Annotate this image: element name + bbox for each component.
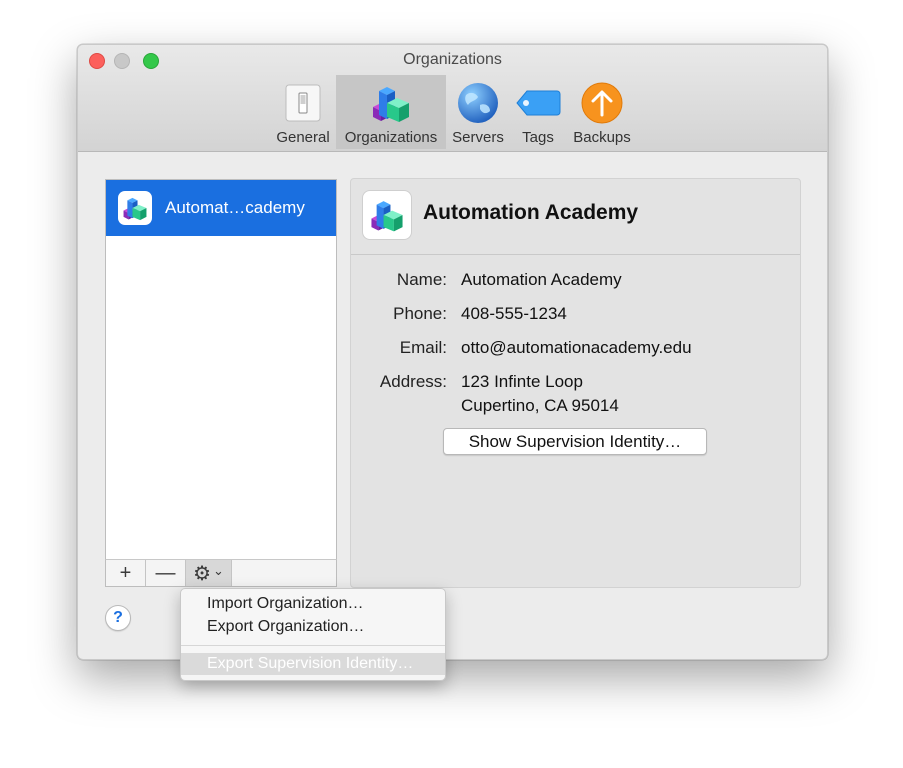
tab-general[interactable]: General [273,75,333,149]
organization-detail: Automation Academy Name: Automation Acad… [350,178,801,588]
tab-general-label: General [276,129,330,146]
menu-item-import-organization[interactable]: Import Organization… [207,595,364,613]
backup-arrow-up-icon [579,80,625,126]
help-button[interactable]: ? [105,605,131,631]
list-toolbar: + — ⚙ ⌄ [105,559,337,587]
tab-servers[interactable]: Servers [448,75,508,149]
name-value: Automation Academy [461,270,622,289]
menu-item-export-supervision-identity[interactable]: Export Supervision Identity… [181,653,445,675]
menu-separator [181,645,445,646]
organization-title: Automation Academy [423,201,639,224]
globe-icon [455,80,501,126]
content-area: Automat…cademy + — ⚙ ⌄ ? Automation Acad… [78,151,827,659]
organization-list[interactable]: Automat…cademy [105,179,337,561]
gear-dropdown-menu: Import Organization… Export Organization… [180,588,446,681]
remove-organization-button[interactable]: — [146,560,186,586]
tab-organizations-label: Organizations [344,129,438,146]
tab-tags-label: Tags [522,129,554,146]
gear-menu-button[interactable]: ⚙ ⌄ [186,560,232,586]
tab-organizations[interactable]: Organizations [336,75,446,149]
organization-blocks-icon [362,190,412,240]
menu-item-export-organization[interactable]: Export Organization… [207,618,364,636]
address-line1: 123 Infinte Loop [461,372,583,391]
window-title: Organizations [403,51,502,68]
toolbar: Organizations General Organizations Serv… [78,45,827,152]
switch-icon [280,80,326,126]
address-line2: Cupertino, CA 95014 [461,396,619,415]
email-label: Email: [399,338,447,357]
organization-blocks-icon [118,191,152,225]
list-item[interactable]: Automat…cademy [106,180,336,236]
organizations-blocks-icon [368,80,414,126]
detail-header: Automation Academy [351,179,800,255]
tab-servers-label: Servers [452,129,504,146]
chevron-down-icon: ⌄ [213,563,224,578]
tab-backups[interactable]: Backups [570,75,634,149]
address-label: Address: [379,372,447,391]
tag-icon [515,80,561,126]
email-value: otto@automationacademy.edu [461,338,692,357]
gear-icon: ⚙ [193,562,212,585]
preferences-window: Organizations General Organizations Serv… [77,44,828,660]
tab-tags[interactable]: Tags [514,75,562,149]
list-item-label: Automat…cademy [165,198,305,217]
add-organization-button[interactable]: + [106,560,146,586]
show-supervision-identity-button[interactable]: Show Supervision Identity… [443,428,707,455]
tab-backups-label: Backups [573,129,631,146]
phone-label: Phone: [393,304,447,323]
name-label: Name: [396,270,447,289]
phone-value: 408-555-1234 [461,304,567,323]
